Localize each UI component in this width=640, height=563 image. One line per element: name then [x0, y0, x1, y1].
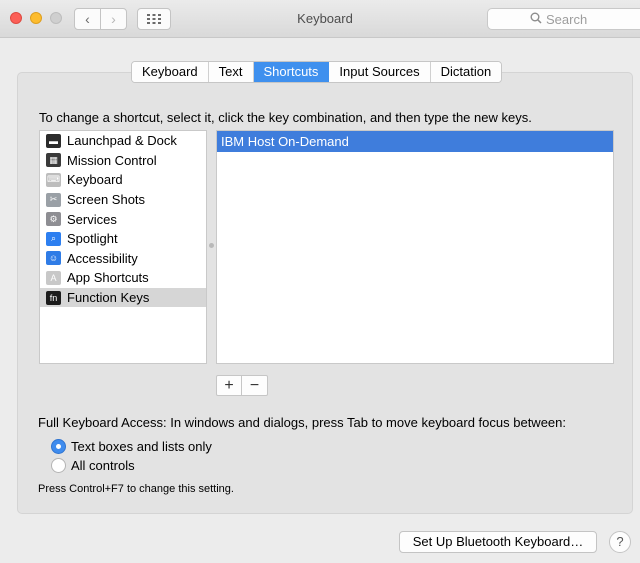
- shortcut-item[interactable]: IBM Host On-Demand: [217, 131, 613, 152]
- category-label: Function Keys: [67, 290, 150, 306]
- spotlight-icon: ⌕: [46, 231, 61, 246]
- keyboard-icon: ⌨: [46, 172, 61, 187]
- category-item[interactable]: A App Shortcuts: [40, 268, 206, 288]
- app-shortcuts-icon: A: [46, 270, 61, 285]
- category-label: Services: [67, 211, 117, 227]
- category-item[interactable]: ☺ Accessibility: [40, 249, 206, 269]
- screenshot-icon: ✂: [46, 192, 61, 207]
- split-view-handle[interactable]: [209, 243, 214, 248]
- tab-input-sources[interactable]: Input Sources: [329, 62, 431, 82]
- category-item[interactable]: ▦ Mission Control: [40, 151, 206, 171]
- help-button[interactable]: ?: [609, 531, 631, 553]
- launchpad-icon: ▬: [46, 133, 61, 148]
- category-label: Keyboard: [67, 172, 123, 188]
- shortcut-item-list: IBM Host On-Demand: [216, 130, 614, 364]
- search-input[interactable]: [546, 11, 636, 27]
- tab-shortcuts[interactable]: Shortcuts: [253, 62, 330, 82]
- add-shortcut-button[interactable]: +: [217, 376, 242, 395]
- tab-dictation[interactable]: Dictation: [430, 62, 502, 82]
- search-icon: [530, 12, 542, 27]
- fn-key-icon: fn: [46, 290, 61, 305]
- category-label: Spotlight: [67, 231, 118, 247]
- search-field[interactable]: [487, 8, 640, 30]
- shortcut-category-list: ▬ Launchpad & Dock ▦ Mission Control ⌨ Keyboa…: [39, 130, 207, 364]
- category-item[interactable]: ⚙ Services: [40, 209, 206, 229]
- keyboard-access-label: Full Keyboard Access: In windows and dia…: [38, 415, 566, 430]
- category-label: Accessibility: [67, 250, 138, 266]
- keyboard-access-hint: Press Control+F7 to change this setting.: [38, 483, 234, 495]
- category-item[interactable]: fn Function Keys: [40, 287, 206, 308]
- add-remove-control: + −: [216, 375, 268, 396]
- accessibility-icon: ☺: [46, 251, 61, 266]
- category-label: Mission Control: [67, 152, 157, 168]
- radio-button-all-controls[interactable]: [51, 457, 66, 473]
- category-item[interactable]: ✂ Screen Shots: [40, 190, 206, 210]
- radio-label-text-boxes: Text boxes and lists only: [71, 438, 212, 454]
- category-label: Launchpad & Dock: [67, 133, 177, 149]
- tab-bar: Keyboard Text Shortcuts Input Sources Di…: [131, 61, 503, 83]
- setup-bluetooth-keyboard-button[interactable]: Set Up Bluetooth Keyboard…: [399, 531, 597, 553]
- tab-text[interactable]: Text: [208, 62, 254, 82]
- radio-text-boxes[interactable]: Text boxes and lists only: [51, 437, 212, 455]
- category-label: Screen Shots: [67, 192, 146, 208]
- radio-label-all-controls: All controls: [71, 457, 135, 473]
- category-item[interactable]: ⌨ Keyboard: [40, 170, 206, 190]
- category-item[interactable]: ⌕ Spotlight: [40, 229, 206, 249]
- gear-icon: ⚙: [46, 212, 61, 227]
- radio-all-controls[interactable]: All controls: [51, 456, 135, 474]
- title-bar: ‹ › Keyboard: [0, 0, 640, 38]
- remove-shortcut-button[interactable]: −: [242, 376, 267, 395]
- category-label: App Shortcuts: [67, 270, 149, 286]
- tab-keyboard[interactable]: Keyboard: [132, 62, 209, 82]
- mission-control-icon: ▦: [46, 153, 61, 168]
- shortcut-instructions: To change a shortcut, select it, click t…: [39, 110, 532, 125]
- category-item[interactable]: ▬ Launchpad & Dock: [40, 131, 206, 151]
- radio-button-text-boxes[interactable]: [51, 438, 66, 454]
